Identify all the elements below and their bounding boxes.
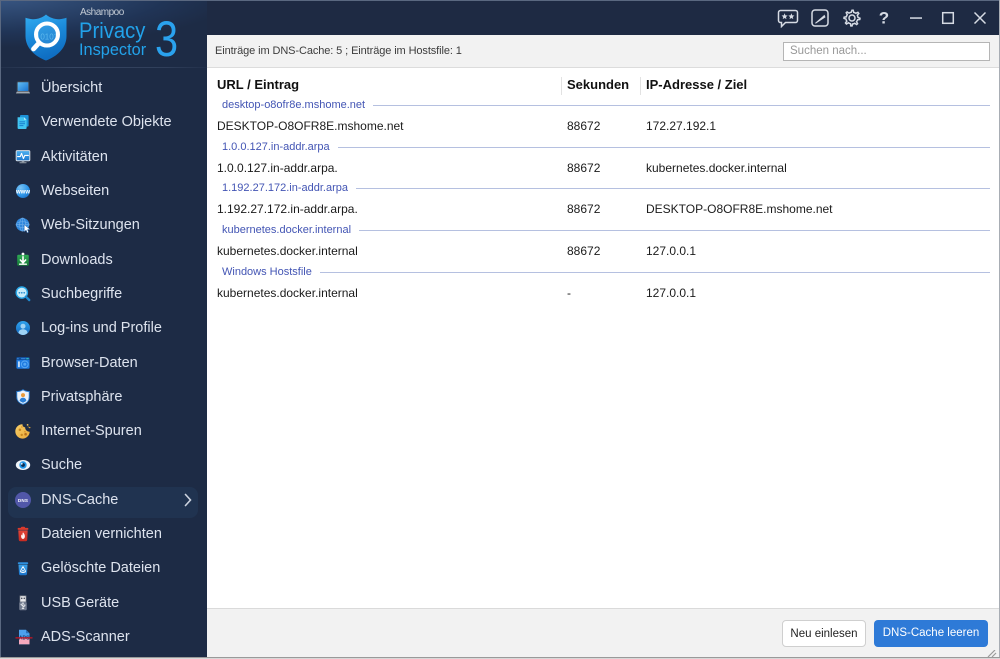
svg-text:?: ?	[879, 8, 889, 27]
svg-text:DNS: DNS	[18, 498, 28, 503]
svg-text:www: www	[15, 189, 30, 195]
